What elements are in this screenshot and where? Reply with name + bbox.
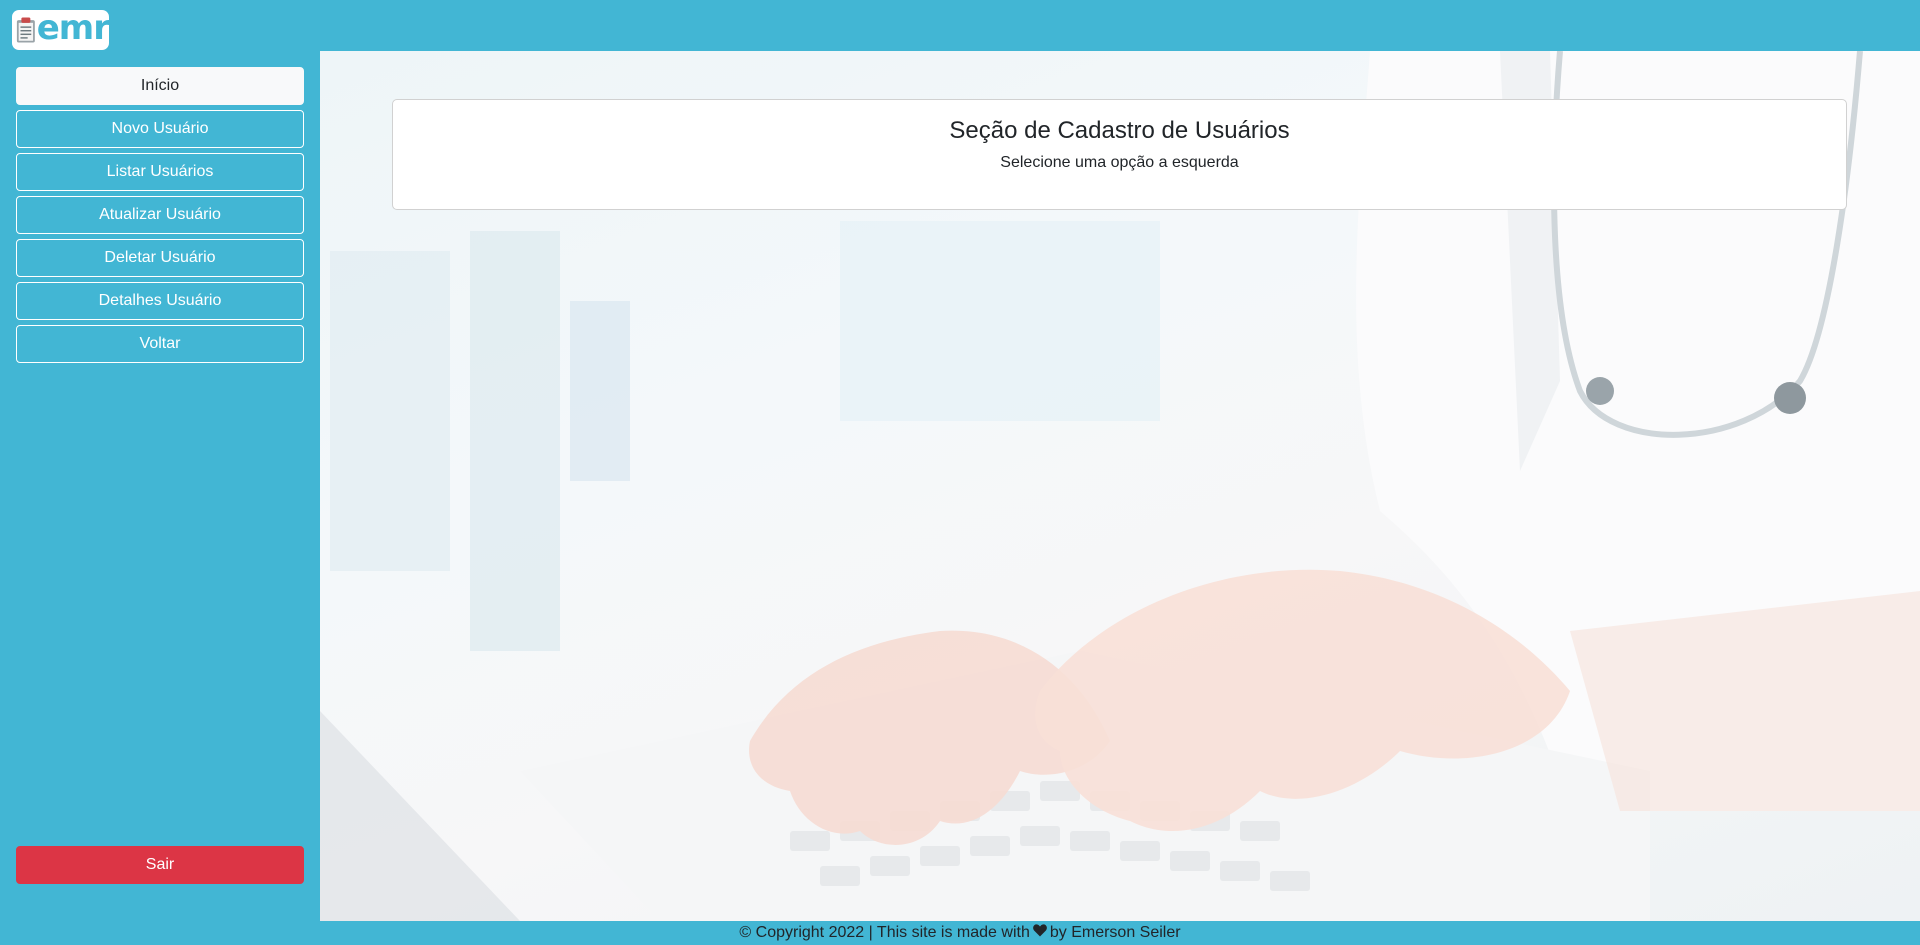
sidebar-item-listar-usuarios[interactable]: Listar Usuários	[16, 153, 304, 191]
sidebar-item-deletar-usuario[interactable]: Deletar Usuário	[16, 239, 304, 277]
footer-text-before: © Copyright 2022 | This site is made wit…	[739, 924, 1030, 941]
sidebar-item-atualizar-usuario[interactable]: Atualizar Usuário	[16, 196, 304, 234]
footer: © Copyright 2022 | This site is made wit…	[0, 921, 1920, 945]
footer-text-after: by Emerson Seiler	[1049, 924, 1181, 941]
sidebar-item-novo-usuario[interactable]: Novo Usuário	[16, 110, 304, 148]
sidebar: Início Novo Usuário Listar Usuários Atua…	[0, 51, 320, 921]
logo-text: emr	[36, 8, 110, 48]
heart-icon	[1032, 924, 1047, 942]
main-content: Seção de Cadastro de Usuários Selecione …	[320, 51, 1920, 921]
app-logo[interactable]: emr	[12, 8, 110, 50]
clipboard-icon	[16, 17, 35, 43]
page-title: Seção de Cadastro de Usuários	[949, 117, 1290, 144]
info-card: Seção de Cadastro de Usuários Selecione …	[392, 99, 1847, 210]
sidebar-item-detalhes-usuario[interactable]: Detalhes Usuário	[16, 282, 304, 320]
sidebar-item-inicio[interactable]: Início	[16, 67, 304, 105]
page-subtitle: Selecione uma opção a esquerda	[1000, 154, 1239, 171]
top-bar: emr	[0, 0, 1920, 51]
logout-button[interactable]: Sair	[16, 846, 304, 884]
sidebar-item-voltar[interactable]: Voltar	[16, 325, 304, 363]
